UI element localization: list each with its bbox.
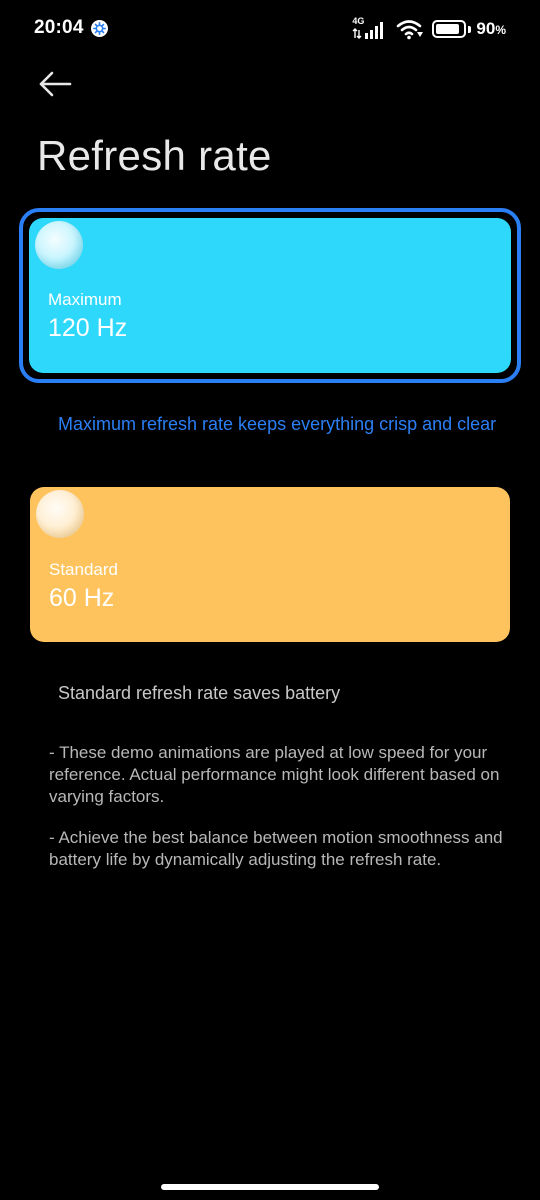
selected-card-border (24, 213, 516, 378)
status-time: 20:04 (34, 17, 84, 38)
option-description-maximum: Maximum refresh rate keeps everything cr… (58, 414, 497, 434)
settings-gear-icon (91, 20, 108, 37)
cellular-signal-icon: 4G (352, 16, 388, 40)
demo-ball-icon (36, 490, 84, 538)
status-icons: 4G 90% (352, 16, 506, 42)
option-description-standard: Standard refresh rate saves battery (58, 683, 341, 703)
arrow-left-icon (39, 71, 72, 97)
status-bar: 20:04 4G 90% (0, 0, 540, 60)
wifi-icon (396, 18, 424, 40)
note-demo-speed: - These demo animations are played at lo… (49, 743, 500, 806)
page-title: Refresh rate (37, 132, 272, 179)
option-value: 60 Hz (49, 584, 115, 612)
network-type-label: 4G (352, 16, 365, 26)
back-button[interactable] (32, 64, 76, 108)
battery-icon (432, 20, 467, 38)
option-card-standard[interactable]: Standard 60 Hz (30, 487, 510, 642)
home-indicator[interactable] (161, 1184, 379, 1190)
option-label: Standard (49, 560, 118, 579)
note-balance: - Achieve the best balance between motio… (49, 828, 503, 869)
battery-level-fill (436, 24, 460, 34)
battery-cap (468, 25, 472, 33)
battery-percent: 90% (476, 19, 506, 38)
